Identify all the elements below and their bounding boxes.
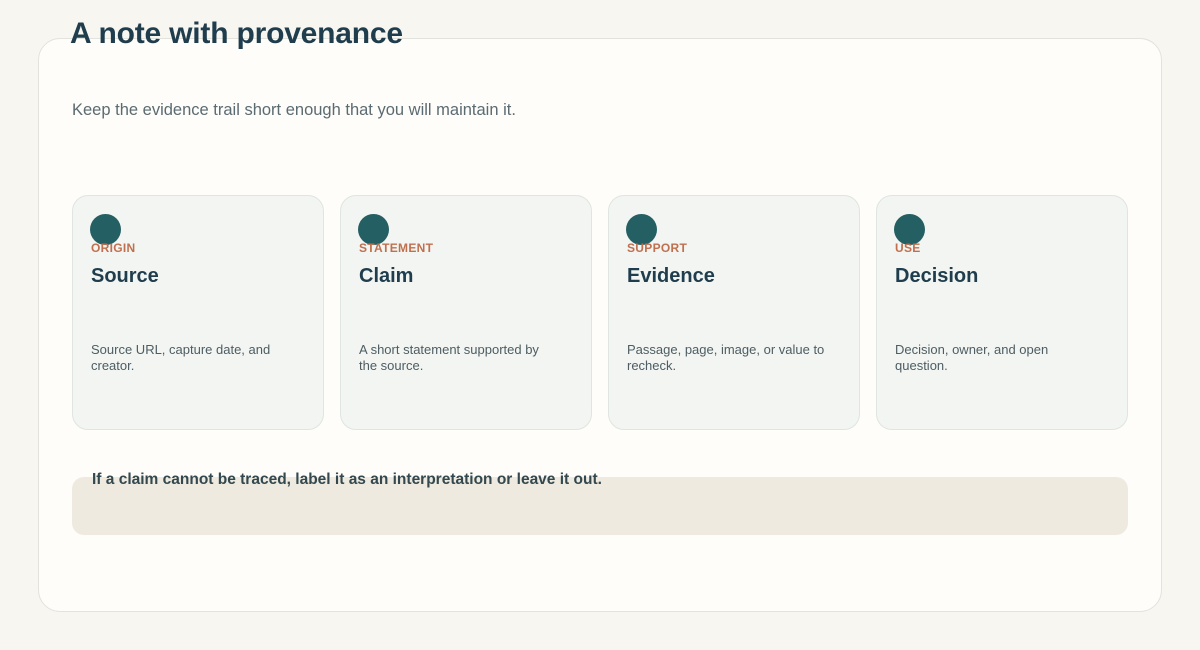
card-kicker: USE [895,241,921,255]
card-claim: STATEMENT Claim A short statement suppor… [340,195,592,430]
card-evidence: SUPPORT Evidence Passage, page, image, o… [608,195,860,430]
card-description: Decision, owner, and open question. [895,342,1049,373]
card-kicker: SUPPORT [627,241,688,255]
card-title: Decision [895,265,979,287]
page-subtitle: Keep the evidence trail short enough tha… [72,101,516,119]
card-description: Passage, page, image, or value to rechec… [627,342,825,373]
card-source: ORIGIN Source Source URL, capture date, … [72,195,324,430]
card-title: Claim [359,265,414,287]
page-title: A note with provenance [70,17,403,50]
card-description: Source URL, capture date, and creator. [91,342,271,373]
card-description: A short statement supported by the sourc… [359,342,539,373]
card-decision: USE Decision Decision, owner, and open q… [876,195,1128,430]
card-kicker: STATEMENT [359,241,434,255]
note-text: If a claim cannot be traced, label it as… [92,471,602,488]
note-callout: If a claim cannot be traced, label it as… [72,471,1128,535]
card-kicker: ORIGIN [91,241,136,255]
card-title: Source [91,265,159,287]
card-title: Evidence [627,265,715,287]
